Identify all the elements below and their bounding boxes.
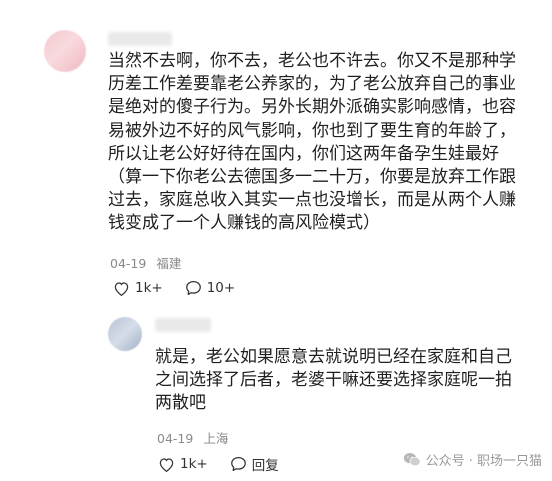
reply-meta: 04-19 上海 bbox=[157, 428, 228, 447]
reply-date: 04-19 bbox=[157, 431, 194, 446]
comment-actions: 1k+ 10+ bbox=[113, 280, 235, 296]
reply-count: 10+ bbox=[206, 280, 236, 296]
like-count: 1k+ bbox=[135, 280, 163, 296]
like-button[interactable]: 1k+ bbox=[113, 280, 163, 296]
comment-date: 04-19 bbox=[110, 256, 147, 271]
replies-button[interactable]: 10+ bbox=[185, 280, 236, 296]
heart-outline-icon bbox=[114, 281, 129, 296]
avatar[interactable] bbox=[108, 317, 142, 351]
watermark-text: 公众号 · 职场一只猫 bbox=[425, 454, 542, 469]
speech-bubble-icon bbox=[230, 456, 246, 472]
watermark: 公众号 · 职场一只猫 bbox=[403, 450, 542, 469]
wechat-icon bbox=[403, 453, 421, 467]
like-button[interactable]: 1k+ bbox=[158, 456, 208, 472]
comment-text: 当然不去啊，你不去，老公也不许去。你又不是那种学 历差工作差要靠老公养家的，为了… bbox=[108, 51, 516, 234]
username-blurred[interactable] bbox=[155, 318, 211, 332]
reply-actions: 1k+ 回复 bbox=[158, 454, 279, 474]
comment-meta: 04-19 福建 bbox=[110, 253, 181, 272]
reply-button[interactable]: 回复 bbox=[230, 454, 279, 474]
like-count: 1k+ bbox=[180, 456, 208, 472]
speech-bubble-icon bbox=[185, 280, 201, 296]
heart-outline-icon bbox=[159, 457, 174, 472]
reply-location: 上海 bbox=[203, 431, 229, 446]
username-blurred[interactable] bbox=[108, 32, 172, 46]
reply-button-label: 回复 bbox=[251, 458, 279, 474]
avatar[interactable] bbox=[44, 30, 86, 72]
reply-text: 就是，老公如果愿意去就说明已经在家庭和自己 之间选择了后者，老婆干嘛还要选择家庭… bbox=[155, 347, 512, 414]
comment-location: 福建 bbox=[156, 256, 182, 271]
